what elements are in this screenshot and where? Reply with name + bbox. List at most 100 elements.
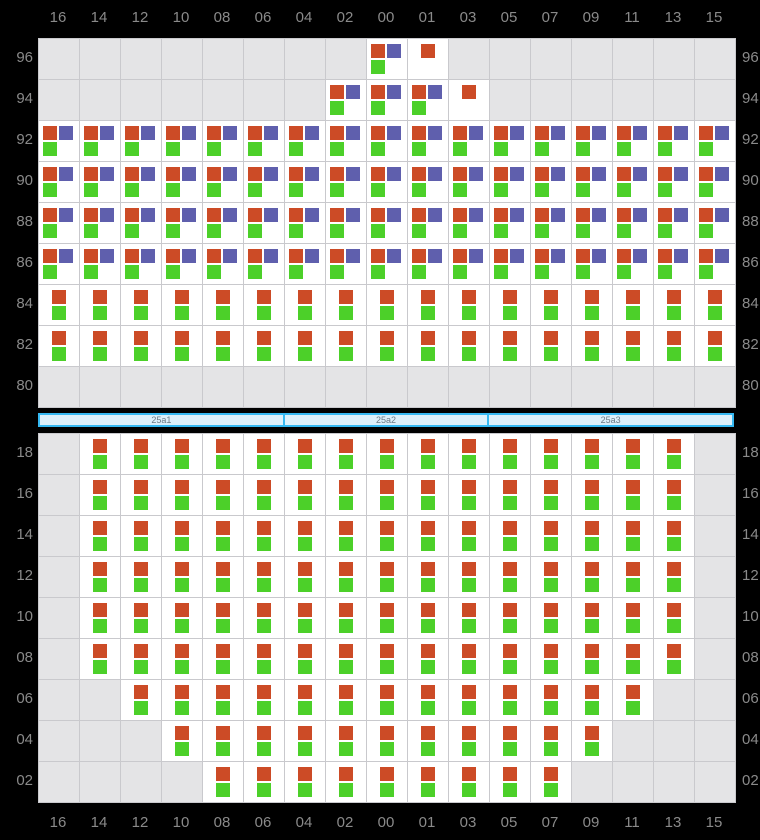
seat-cell[interactable]	[285, 434, 325, 474]
seat-cell[interactable]	[531, 639, 571, 679]
seat-cell[interactable]	[449, 121, 489, 161]
seat-cell[interactable]	[367, 639, 407, 679]
seat-cell[interactable]	[162, 244, 202, 284]
seat-cell[interactable]	[285, 557, 325, 597]
seat-cell[interactable]	[490, 475, 530, 515]
seat-cell[interactable]	[285, 598, 325, 638]
seat-cell[interactable]	[572, 285, 612, 325]
seat-cell[interactable]	[654, 285, 694, 325]
seat-cell[interactable]	[572, 598, 612, 638]
seat-cell[interactable]	[449, 475, 489, 515]
seat-cell[interactable]	[490, 162, 530, 202]
seat-cell[interactable]	[367, 39, 407, 79]
seat-cell[interactable]	[531, 762, 571, 802]
seat-cell[interactable]	[203, 639, 243, 679]
seat-cell[interactable]	[244, 434, 284, 474]
seat-cell[interactable]	[654, 557, 694, 597]
seat-cell[interactable]	[162, 162, 202, 202]
seat-cell[interactable]	[367, 326, 407, 366]
seat-cell[interactable]	[449, 762, 489, 802]
seat-cell[interactable]	[572, 475, 612, 515]
seat-cell[interactable]	[203, 680, 243, 720]
seat-cell[interactable]	[490, 598, 530, 638]
seat-cell[interactable]	[203, 121, 243, 161]
seat-cell[interactable]	[326, 285, 366, 325]
seat-cell[interactable]	[490, 121, 530, 161]
seat-cell[interactable]	[408, 557, 448, 597]
seat-cell[interactable]	[408, 326, 448, 366]
seat-cell[interactable]	[285, 762, 325, 802]
seat-cell[interactable]	[285, 203, 325, 243]
seat-cell[interactable]	[162, 516, 202, 556]
seat-cell[interactable]	[490, 680, 530, 720]
seat-cell[interactable]	[449, 598, 489, 638]
seat-cell[interactable]	[490, 285, 530, 325]
seat-cell[interactable]	[531, 203, 571, 243]
seat-cell[interactable]	[121, 203, 161, 243]
seat-cell[interactable]	[285, 516, 325, 556]
seat-cell[interactable]	[572, 434, 612, 474]
seat-cell[interactable]	[326, 721, 366, 761]
seat-cell[interactable]	[326, 598, 366, 638]
seat-cell[interactable]	[285, 285, 325, 325]
seat-cell[interactable]	[449, 557, 489, 597]
seat-cell[interactable]	[654, 475, 694, 515]
seat-cell[interactable]	[408, 80, 448, 120]
seat-cell[interactable]	[203, 721, 243, 761]
band-segment[interactable]: 25a2	[282, 413, 490, 427]
seat-cell[interactable]	[285, 475, 325, 515]
seat-cell[interactable]	[121, 162, 161, 202]
seat-cell[interactable]	[408, 39, 448, 79]
seat-cell[interactable]	[203, 557, 243, 597]
seat-cell[interactable]	[121, 516, 161, 556]
seat-cell[interactable]	[203, 244, 243, 284]
seat-cell[interactable]	[39, 121, 79, 161]
seat-cell[interactable]	[531, 244, 571, 284]
seat-cell[interactable]	[654, 203, 694, 243]
seat-cell[interactable]	[162, 680, 202, 720]
seat-cell[interactable]	[408, 516, 448, 556]
seat-cell[interactable]	[244, 516, 284, 556]
seat-cell[interactable]	[367, 557, 407, 597]
seat-cell[interactable]	[531, 162, 571, 202]
seat-cell[interactable]	[367, 285, 407, 325]
seat-cell[interactable]	[490, 639, 530, 679]
seat-cell[interactable]	[613, 121, 653, 161]
seat-cell[interactable]	[613, 475, 653, 515]
seat-cell[interactable]	[39, 326, 79, 366]
seat-cell[interactable]	[654, 639, 694, 679]
seat-cell[interactable]	[244, 475, 284, 515]
seat-cell[interactable]	[695, 285, 735, 325]
seat-cell[interactable]	[203, 203, 243, 243]
seat-cell[interactable]	[162, 721, 202, 761]
seat-cell[interactable]	[367, 203, 407, 243]
seat-cell[interactable]	[39, 162, 79, 202]
seat-cell[interactable]	[162, 557, 202, 597]
seat-cell[interactable]	[531, 285, 571, 325]
seat-cell[interactable]	[695, 244, 735, 284]
seat-cell[interactable]	[80, 244, 120, 284]
band-segment[interactable]: 25a3	[487, 413, 735, 427]
seat-cell[interactable]	[80, 516, 120, 556]
seat-cell[interactable]	[326, 244, 366, 284]
seat-cell[interactable]	[572, 326, 612, 366]
seat-cell[interactable]	[613, 516, 653, 556]
seat-cell[interactable]	[162, 598, 202, 638]
seat-cell[interactable]	[162, 203, 202, 243]
seat-cell[interactable]	[203, 162, 243, 202]
seat-cell[interactable]	[408, 721, 448, 761]
seat-cell[interactable]	[121, 244, 161, 284]
seat-cell[interactable]	[203, 326, 243, 366]
seat-cell[interactable]	[244, 762, 284, 802]
seat-cell[interactable]	[39, 244, 79, 284]
seat-cell[interactable]	[449, 162, 489, 202]
seat-cell[interactable]	[572, 162, 612, 202]
seat-cell[interactable]	[244, 721, 284, 761]
seat-cell[interactable]	[613, 203, 653, 243]
seat-cell[interactable]	[531, 721, 571, 761]
seat-cell[interactable]	[408, 244, 448, 284]
seat-cell[interactable]	[203, 598, 243, 638]
seat-cell[interactable]	[613, 434, 653, 474]
seat-cell[interactable]	[285, 721, 325, 761]
seat-cell[interactable]	[285, 680, 325, 720]
